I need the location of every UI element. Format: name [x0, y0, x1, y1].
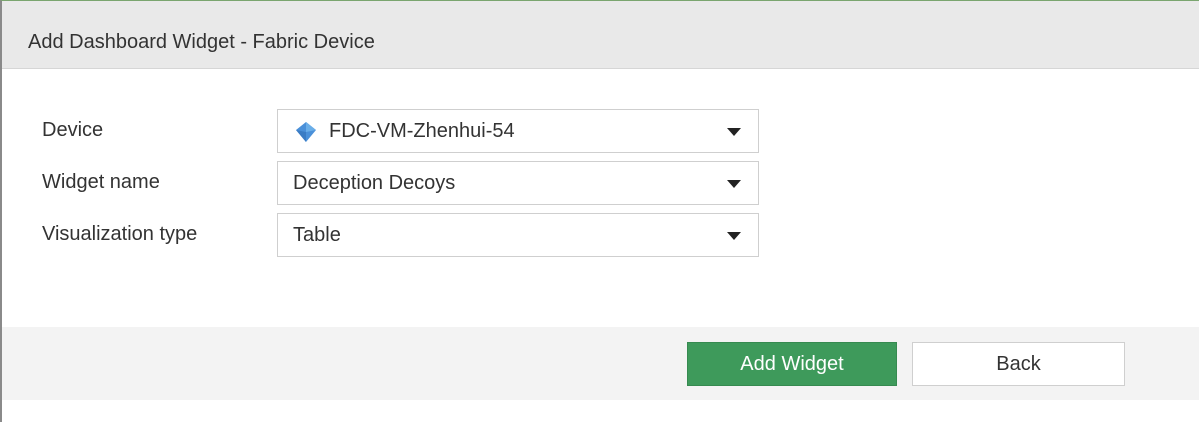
chevron-down-icon [727, 180, 741, 188]
visualization-type-label: Visualization type [42, 223, 198, 245]
chevron-down-icon [727, 232, 741, 240]
add-widget-button[interactable]: Add Widget [687, 342, 897, 386]
back-button[interactable]: Back [912, 342, 1125, 386]
visualization-type-select-value: Table [293, 224, 341, 246]
fortideceptor-icon [296, 122, 316, 142]
dialog-title: Add Dashboard Widget - Fabric Device [28, 31, 375, 53]
device-select-value: FDC-VM-Zhenhui-54 [329, 120, 515, 142]
add-widget-dialog: Add Dashboard Widget - Fabric Device Dev… [0, 0, 1199, 422]
device-select[interactable]: FDC-VM-Zhenhui-54 [277, 109, 759, 153]
device-label: Device [42, 119, 104, 141]
chevron-down-icon [727, 128, 741, 136]
visualization-type-select[interactable]: Table [277, 213, 759, 257]
dialog-header: Add Dashboard Widget - Fabric Device [2, 1, 1199, 69]
dialog-footer: Add Widget Back [2, 327, 1199, 400]
widget-name-select[interactable]: Deception Decoys [277, 161, 759, 205]
widget-name-label: Widget name [42, 171, 160, 193]
widget-name-select-value: Deception Decoys [293, 172, 456, 194]
